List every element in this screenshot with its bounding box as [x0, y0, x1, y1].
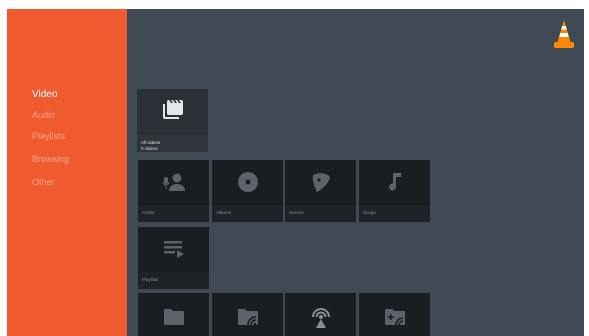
albums-card[interactable]: Albums [212, 160, 283, 222]
playlists-card[interactable]: Playlists [138, 227, 209, 289]
network-folder-card[interactable] [212, 293, 283, 336]
genres-label: Genres [285, 205, 356, 222]
music-note-icon [383, 170, 407, 194]
artist-mic-icon [162, 170, 186, 194]
songs-card[interactable]: Songs [359, 160, 430, 222]
network-folder-icon [236, 305, 260, 329]
album-disc-icon [236, 170, 260, 194]
playlists-label: Playlists [138, 272, 209, 289]
add-network-folder-card[interactable] [359, 293, 430, 336]
genres-card[interactable]: Genres [285, 160, 356, 222]
stream-icon [309, 305, 333, 329]
sidebar-item-browsing[interactable]: Browsing [32, 154, 69, 164]
vlc-cone-icon [552, 19, 576, 49]
movie-clapper-icon [161, 97, 185, 121]
artists-label: Artists [138, 205, 209, 222]
genre-guitar-pick-icon [309, 170, 333, 194]
sidebar: Video Audio Playlists Browsing Other [7, 9, 127, 336]
stream-card[interactable] [285, 293, 356, 336]
sidebar-item-other[interactable]: Other [32, 177, 55, 187]
app-window: Video Audio Playlists Browsing Other All… [7, 9, 584, 336]
songs-label: Songs [359, 205, 430, 222]
folder-icon [162, 305, 186, 329]
local-folder-card[interactable] [138, 293, 209, 336]
sidebar-item-playlists[interactable]: Playlists [32, 131, 65, 141]
sidebar-item-audio[interactable]: Audio [32, 110, 55, 120]
playlist-play-icon [162, 237, 186, 261]
all-videos-count: 0 videos [141, 146, 158, 151]
albums-label: Albums [212, 205, 283, 222]
artists-card[interactable]: Artists [138, 160, 209, 222]
sidebar-item-video[interactable]: Video [32, 89, 57, 100]
add-network-folder-icon [383, 305, 407, 329]
all-videos-label: All videos 0 videos [137, 135, 208, 152]
all-videos-card[interactable]: All videos 0 videos [137, 89, 208, 152]
